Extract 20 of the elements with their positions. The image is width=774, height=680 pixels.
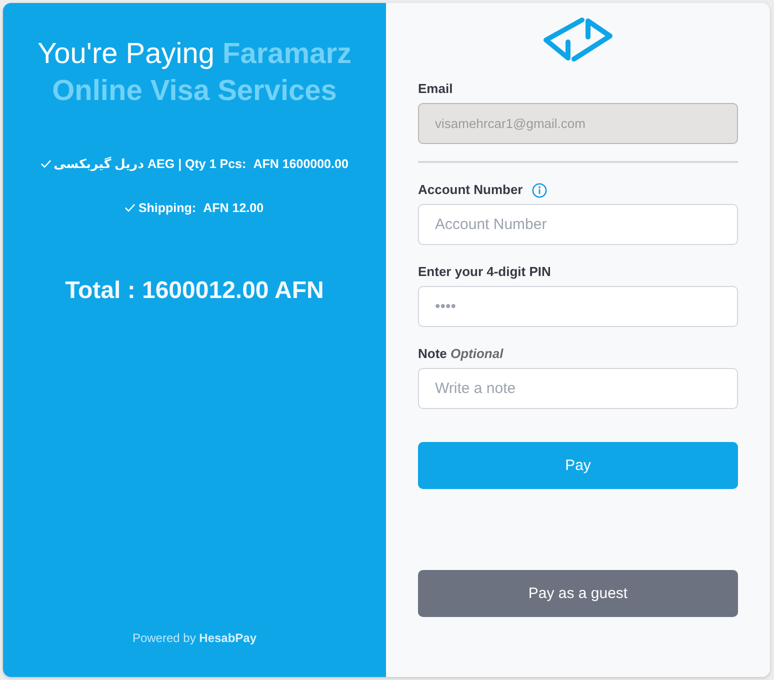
item-label: دریل گیربکسی AEG | Qty 1 Pcs: [54,156,246,173]
account-number-field[interactable]: Account Number [418,204,738,245]
note-field[interactable]: Write a note [418,368,738,409]
field-label: Email [418,80,453,98]
total-amount: Total : 1600012.00 AFN [65,276,324,306]
logo-icon [542,16,614,63]
pay-button[interactable]: Pay [418,442,738,489]
field-label: Enter your 4-digit PIN [418,263,551,281]
field-label: Account Number [418,181,523,199]
check-icon [125,204,136,212]
info-icon[interactable] [532,182,547,198]
powered-by-text: Powered by HesabPay [132,630,257,646]
pin-field[interactable]: •••• [418,286,738,327]
check-icon [40,160,51,168]
item-amount: AFN 1600000.00 [253,156,348,173]
field-label: Note Optional [418,345,504,363]
item-amount: AFN 12.00 [203,200,264,217]
item-label: Shipping: [138,200,196,217]
payment-heading: You're Paying Faramarz Online Visa Services [36,37,353,109]
guest-button[interactable]: Pay as a guest [418,570,738,617]
